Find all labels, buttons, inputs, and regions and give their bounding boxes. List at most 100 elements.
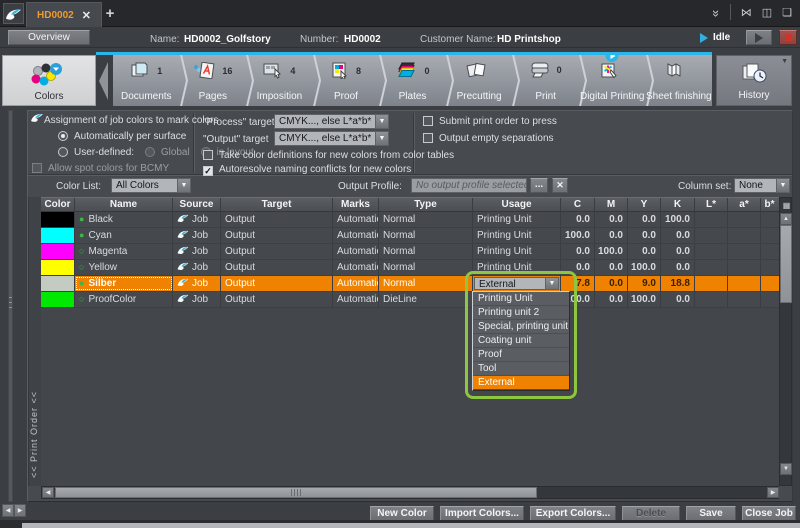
col-header-c[interactable]: C [561, 198, 595, 211]
col-header-name[interactable]: Name [75, 198, 173, 211]
col-header-l[interactable]: L* [695, 198, 728, 211]
column-set-select[interactable]: None▼ [734, 178, 790, 193]
color-list-select[interactable]: All Colors▼ [111, 178, 191, 193]
usage-cell[interactable]: Printing Unit [473, 260, 561, 275]
vertical-scrollbar[interactable]: ▦ ▲ ▼ [779, 197, 792, 486]
step-pages[interactable]: 16 Pages [180, 55, 247, 106]
panel-icon[interactable]: ◫ [762, 6, 772, 19]
step-plates[interactable]: 0 Plates [379, 55, 446, 106]
usage-option-tool[interactable]: Tool [473, 362, 569, 376]
step-documents[interactable]: 1 Documents [113, 55, 180, 106]
col-header-marks[interactable]: Marks [333, 198, 379, 211]
scroll-right-button[interactable]: ▶ [767, 487, 779, 498]
chevron-down-icon[interactable]: ▼ [375, 132, 388, 145]
usage-option-printing-unit-2[interactable]: Printing unit 2 [473, 306, 569, 320]
radio-icon[interactable] [58, 147, 68, 157]
submit-button[interactable] [746, 30, 772, 45]
chevron-down-icon[interactable]: ▼ [776, 179, 789, 192]
scroll-left-button[interactable]: ◀ [42, 487, 54, 498]
step-print[interactable]: 0 Print [512, 55, 579, 106]
browse-profile-button[interactable]: ... [530, 178, 548, 193]
step-proof[interactable]: 8 Proof [313, 55, 380, 106]
tab-close-icon[interactable]: ✕ [82, 9, 91, 22]
step-colors-selected[interactable]: Colors [2, 55, 96, 106]
chevron-down-icon[interactable]: ▼ [375, 115, 388, 128]
col-header-usage[interactable]: Usage [473, 198, 561, 211]
chevron-down-icon[interactable]: ▼ [545, 278, 558, 289]
col-header-y[interactable]: Y [628, 198, 661, 211]
print-order-collapse[interactable]: << Print Order << [28, 197, 41, 486]
handoff-icon[interactable]: ❏ [782, 6, 792, 19]
overview-button[interactable]: Overview [8, 30, 90, 45]
panel-collapse-left-button[interactable]: ◀ [2, 504, 14, 517]
col-header-source[interactable]: Source [173, 198, 221, 211]
horizontal-scroll-thumb[interactable] [55, 487, 537, 498]
radio-icon[interactable] [58, 131, 68, 141]
delete-button[interactable]: Delete [622, 506, 680, 521]
split-view-icon[interactable]: ⋈ [741, 6, 752, 19]
job-tab[interactable]: HD0002 ✕ [26, 2, 102, 27]
scroll-down-button[interactable]: ▼ [780, 463, 792, 475]
table-row-silber-selected[interactable]: ●Silber Job Output Automatic Normal Exte… [41, 276, 779, 292]
col-header-a[interactable]: a* [728, 198, 761, 211]
usage-option-coating-unit[interactable]: Coating unit [473, 334, 569, 348]
output-target-select[interactable]: CMYK..., else L*a*b*▼ [274, 131, 389, 146]
table-row-cyan[interactable]: ●Cyan Job Output Automatic Normal Printi… [41, 228, 779, 244]
history-dropdown-icon[interactable]: ▼ [781, 58, 788, 65]
checkbox-icon[interactable] [423, 116, 433, 126]
radio-automatically-per-surface[interactable]: Automatically per surface [58, 131, 186, 142]
step-digital-printing[interactable]: Digital Printing [579, 55, 646, 106]
col-header-type[interactable]: Type [379, 198, 473, 211]
step-precutting[interactable]: Precutting [446, 55, 513, 106]
collapse-steps-icon[interactable] [99, 62, 108, 100]
collapse-all-icon[interactable]: » [710, 9, 725, 14]
usage-option-external-selected[interactable]: External [473, 376, 569, 390]
usage-select-open[interactable]: External▼ [474, 277, 559, 290]
checkbox-output-empty-separations[interactable]: Output empty separations [423, 133, 554, 144]
panel-splitter[interactable] [8, 110, 13, 502]
clear-profile-button[interactable]: ✕ [552, 178, 568, 193]
app-logo-tile[interactable] [3, 3, 24, 24]
checkbox-autoresolve-naming[interactable]: ✓Autoresolve naming conflicts for new co… [203, 164, 411, 176]
checkbox-icon[interactable] [32, 163, 42, 173]
step-imposition[interactable]: 4 Imposition [246, 55, 313, 106]
usage-option-printing-unit[interactable]: Printing Unit [473, 292, 569, 306]
output-profile-field[interactable]: No output profile selected [411, 178, 527, 193]
checkbox-icon[interactable] [423, 133, 433, 143]
checkbox-icon[interactable] [203, 150, 213, 160]
vertical-scroll-thumb[interactable] [780, 225, 792, 303]
new-tab-button[interactable]: + [100, 4, 120, 24]
radio-global-icon[interactable] [145, 147, 155, 157]
horizontal-scrollbar[interactable]: ◀ ▶ [41, 486, 779, 499]
usage-cell[interactable]: Printing Unit [473, 212, 561, 227]
history-button[interactable]: ▼ History [716, 55, 792, 106]
usage-cell[interactable]: Printing Unit [473, 228, 561, 243]
panel-collapse-right-button[interactable]: ▶ [14, 504, 26, 517]
col-header-k[interactable]: K [661, 198, 695, 211]
table-row-proofcolor[interactable]: ○ProofColor Job Output Automatic DieLine… [41, 292, 779, 308]
checkbox-submit-print-order[interactable]: Submit print order to press [423, 116, 557, 127]
usage-option-special-printing-unit[interactable]: Special, printing unit [473, 320, 569, 334]
chevron-down-icon[interactable]: ▼ [177, 179, 190, 192]
col-header-b[interactable]: b* [761, 198, 778, 211]
process-target-select[interactable]: CMYK..., else L*a*b*▼ [274, 114, 389, 129]
close-job-button[interactable]: Close Job [742, 506, 796, 521]
scroll-up-button[interactable]: ▲ [780, 213, 792, 225]
col-header-m[interactable]: M [595, 198, 628, 211]
usage-option-proof[interactable]: Proof [473, 348, 569, 362]
table-row-yellow[interactable]: ○Yellow Job Output Automatic Normal Prin… [41, 260, 779, 276]
checkbox-checked-icon[interactable]: ✓ [203, 166, 213, 176]
save-button[interactable]: Save [686, 506, 736, 521]
col-header-color[interactable]: Color [41, 198, 75, 211]
usage-cell[interactable]: Printing Unit [473, 244, 561, 259]
export-colors-button[interactable]: Export Colors... [530, 506, 616, 521]
stop-button[interactable] [779, 30, 797, 45]
checkbox-allow-spot-colors[interactable]: Allow spot colors for BCMY [32, 163, 169, 174]
checkbox-take-color-definitions[interactable]: Take color definitions for new colors fr… [203, 150, 454, 161]
step-sheet-finishing[interactable]: Sheet finishing [646, 55, 713, 106]
table-corner-icon[interactable]: ▦ [781, 199, 792, 212]
new-color-button[interactable]: New Color [370, 506, 434, 521]
table-row-black[interactable]: ●Black Job Output Automatic Normal Print… [41, 212, 779, 228]
import-colors-button[interactable]: Import Colors... [440, 506, 524, 521]
table-row-magenta[interactable]: ○Magenta Job Output Automatic Normal Pri… [41, 244, 779, 260]
